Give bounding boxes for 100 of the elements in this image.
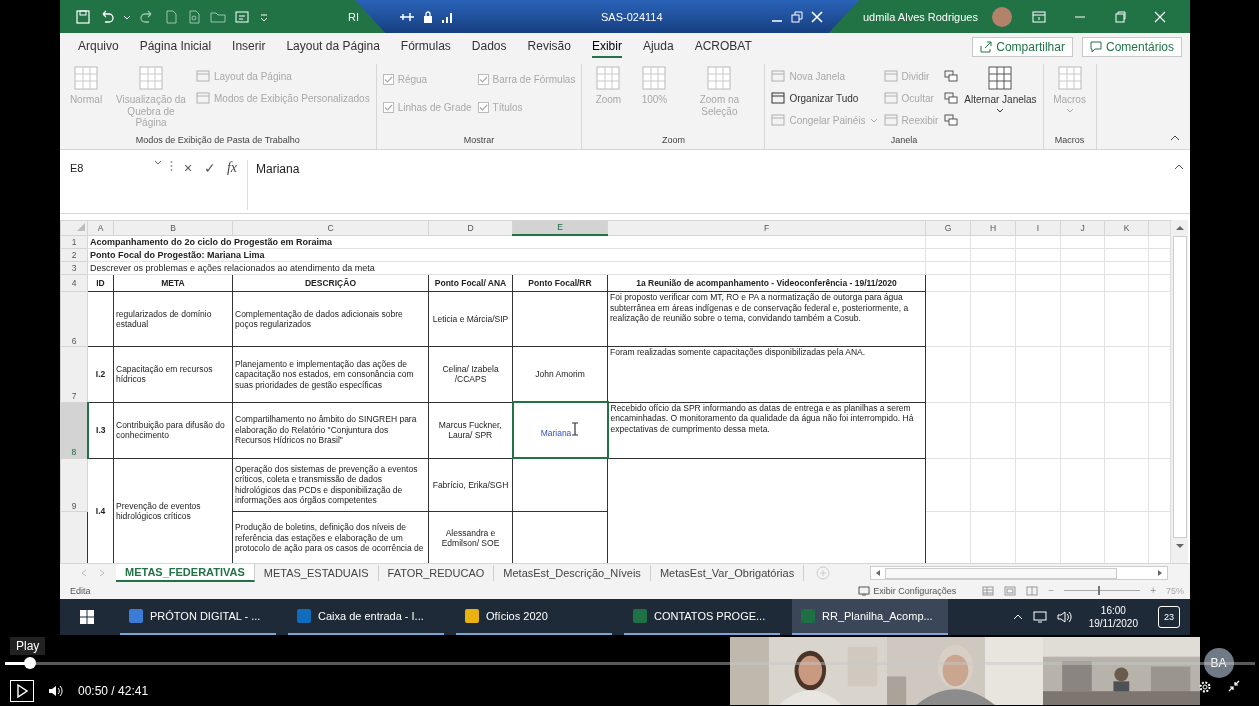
column-header[interactable]: B <box>113 220 233 235</box>
windows-start-icon[interactable] <box>80 610 94 624</box>
collapse-ribbon-icon[interactable] <box>1170 135 1180 141</box>
form-icon[interactable] <box>235 9 251 24</box>
column-header[interactable]: H <box>970 220 1016 235</box>
scroll-right-icon[interactable] <box>1156 569 1164 577</box>
folder-icon[interactable] <box>210 9 226 24</box>
ribbon-tab[interactable]: Exibir <box>591 35 622 58</box>
ribbon-tab[interactable]: Inserir <box>232 35 266 58</box>
cancel-button[interactable]: × <box>181 160 195 176</box>
playback-time: 00:50 / 42:41 <box>78 684 149 698</box>
window-icon[interactable] <box>944 114 959 126</box>
active-cell[interactable]: Mariana <box>512 402 608 458</box>
group-label: Mostrar <box>462 135 496 147</box>
column-header[interactable]: E <box>512 220 608 235</box>
network-icon[interactable] <box>1032 611 1047 623</box>
exit-fullscreen-icon[interactable] <box>1227 679 1240 692</box>
grid-icon <box>705 64 734 92</box>
scroll-left-icon[interactable] <box>874 569 882 577</box>
volume-icon[interactable] <box>48 685 64 697</box>
ribbon-button[interactable]: Organizar Tudo <box>771 90 878 106</box>
ribbon-tab[interactable]: ACROBAT <box>694 35 752 58</box>
row-header[interactable]: 9 <box>60 458 88 512</box>
name-box[interactable]: E8 <box>66 160 146 176</box>
table-cell: Celina/ Izabela /CCAPS <box>442 363 499 385</box>
table-cell: Leticia e Márcia/SIP <box>432 313 509 324</box>
collapse-icon[interactable] <box>1174 164 1184 170</box>
share-button[interactable]: Compartilhar <box>972 36 1073 57</box>
app-icon <box>296 608 312 624</box>
sheet-tab[interactable]: MetasEst_Var_Obrigatórias <box>650 565 805 581</box>
window-icon <box>771 114 786 126</box>
clock[interactable]: 16:00 19/11/2020 <box>1088 604 1138 630</box>
column-header[interactable]: J <box>1060 220 1105 235</box>
drag-handle-icon[interactable] <box>170 160 173 172</box>
document-icon[interactable] <box>164 9 178 24</box>
horizontal-scrollbar[interactable] <box>870 566 1168 580</box>
row-header[interactable]: 6 <box>60 291 88 347</box>
ribbon-button[interactable]: Alternar Janelas <box>964 64 1037 135</box>
table-cell: Capacitação em recursos hídricos <box>116 363 213 385</box>
close-icon[interactable] <box>810 10 823 23</box>
comments-button[interactable]: Comentários <box>1081 36 1182 57</box>
row-header[interactable]: 8 <box>60 402 88 458</box>
participant-avatar[interactable]: BA <box>1203 647 1234 678</box>
play-button[interactable] <box>10 680 34 702</box>
scroll-up-icon[interactable] <box>1174 224 1185 232</box>
group-label: Zoom <box>660 135 686 147</box>
volume-icon[interactable] <box>1056 611 1073 623</box>
ribbon-display-icon[interactable] <box>1031 10 1046 23</box>
ribbon-tab[interactable]: Página Inicial <box>139 35 212 58</box>
window-icon <box>196 70 210 82</box>
grid-icon <box>986 64 1015 92</box>
scroll-down-icon[interactable] <box>1174 542 1185 550</box>
display-settings-button[interactable]: Exibir Configurações <box>858 585 957 596</box>
window-icon[interactable] <box>944 92 959 104</box>
table-cell: I.3 <box>96 424 106 435</box>
share-icon <box>980 40 993 53</box>
sheet-tab[interactable]: FATOR_REDUCAO <box>378 565 495 581</box>
table-cell: Prevenção de eventos hidrológicos críticos <box>116 500 201 522</box>
close-icon[interactable] <box>1153 10 1166 23</box>
ribbon-tab[interactable]: Revisão <box>527 35 571 58</box>
ribbon-tab[interactable]: Ajuda <box>642 35 674 58</box>
window-icon <box>883 114 898 126</box>
restore-icon[interactable] <box>790 10 803 23</box>
window-icon[interactable] <box>944 70 959 82</box>
column-title: DESCRIÇÃO <box>232 274 429 292</box>
ribbon-tab[interactable]: Layout da Página <box>286 35 380 58</box>
chevron-up-icon[interactable] <box>1012 613 1023 621</box>
column-header[interactable]: I <box>1015 220 1061 235</box>
table-cell: I.4 <box>95 506 106 516</box>
insert-function-button[interactable]: fx <box>225 160 239 176</box>
preview-icon[interactable] <box>187 9 201 24</box>
table-cell: Planejamento e implementação das ações de capacitação nos estados, em consonância com suas prioridades de gestão específicas <box>235 358 414 390</box>
ribbon-tab[interactable]: Dados <box>471 35 507 58</box>
caret-icon[interactable] <box>154 160 162 165</box>
ribbon-tab[interactable]: Arquivo <box>78 35 119 58</box>
formula-field[interactable]: Mariana <box>247 160 1166 210</box>
sheet-tab[interactable]: METAS_FEDERATIVAS <box>116 564 255 582</box>
pin-icon[interactable] <box>399 10 415 23</box>
maximize-icon[interactable] <box>1113 10 1126 23</box>
vertical-scrollbar[interactable] <box>1170 220 1188 563</box>
column-header[interactable]: C <box>232 220 429 235</box>
notifications-button[interactable]: 23 <box>1158 606 1180 628</box>
progress-handle[interactable] <box>24 657 37 669</box>
taskbar-item[interactable]: RR_Planilha_Acomp... <box>792 599 948 635</box>
sheet-tab[interactable]: METAS_ESTADUAIS <box>254 565 379 581</box>
row-header[interactable]: 7 <box>60 346 88 402</box>
column-header[interactable]: K <box>1104 220 1149 235</box>
column-header[interactable]: F <box>607 220 926 235</box>
column-header[interactable]: A <box>87 220 114 235</box>
save-icon[interactable] <box>76 9 90 24</box>
scroll-thumb[interactable] <box>885 567 1117 579</box>
ribbon-tab[interactable]: Fórmulas <box>400 35 451 58</box>
column-header[interactable]: D <box>428 220 513 235</box>
sheet-tab[interactable]: MetasEst_Descrição_Níveis <box>494 565 651 581</box>
column-header[interactable]: G <box>925 220 971 235</box>
enter-button[interactable]: ✓ <box>203 160 217 176</box>
table-cell: Foram realizadas somente capacitações disponibilizadas pela ANA. <box>610 347 866 357</box>
lock-icon[interactable] <box>423 10 433 23</box>
settings-icon[interactable] <box>1197 679 1212 694</box>
scroll-thumb[interactable] <box>1172 236 1187 538</box>
